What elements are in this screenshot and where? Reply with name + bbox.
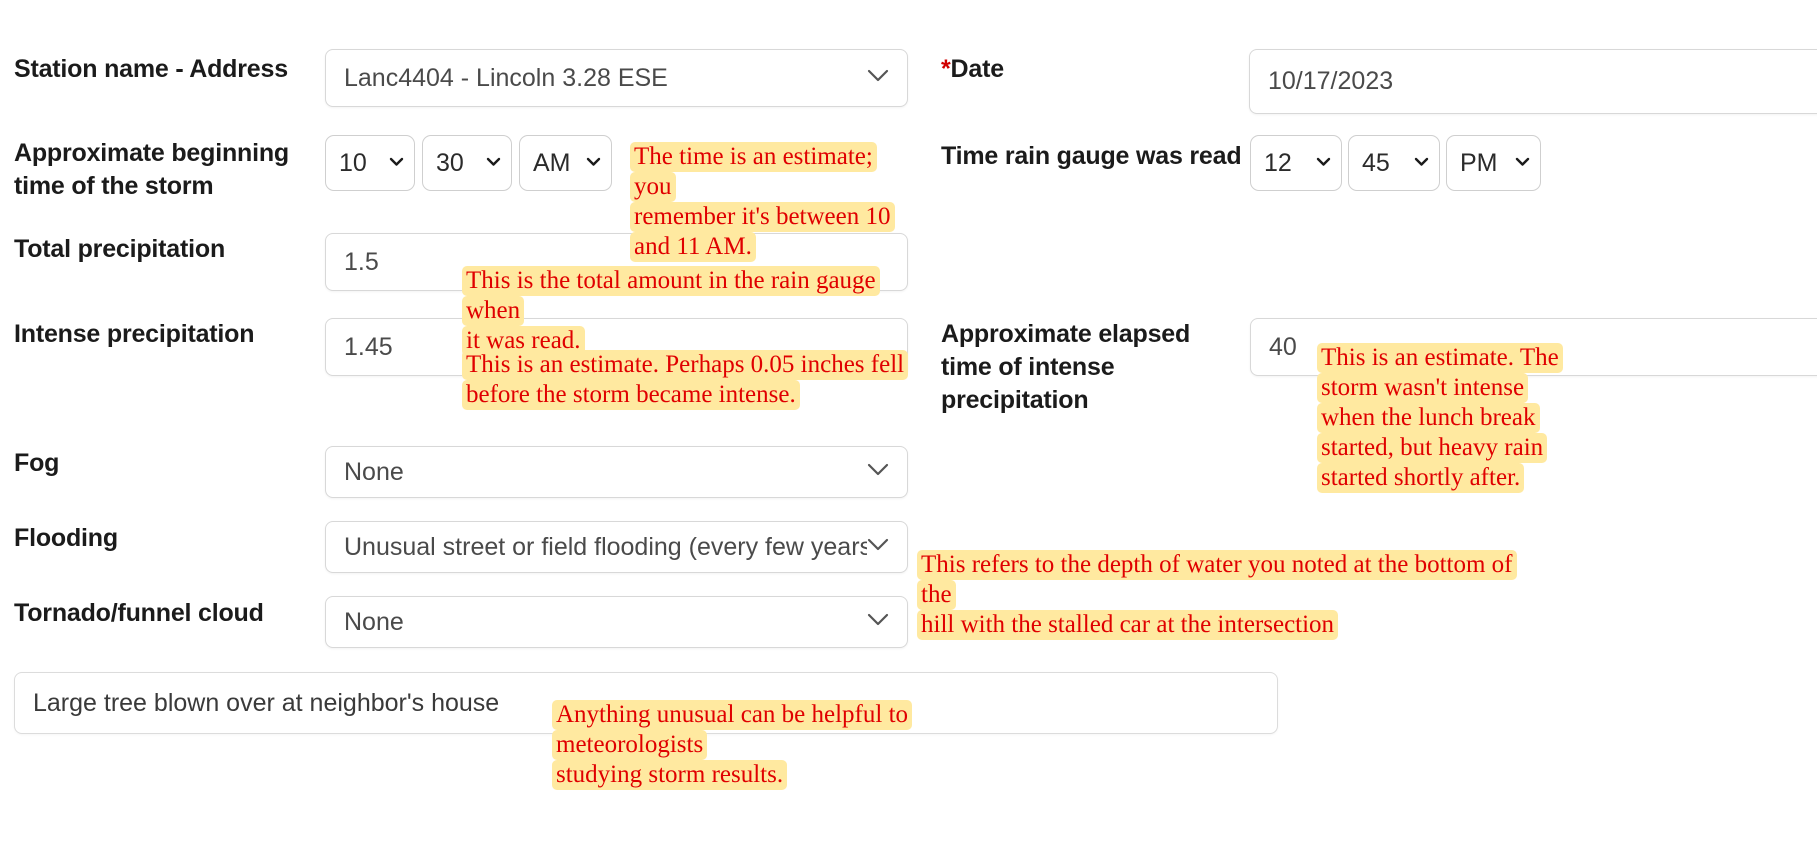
storm-begin-time-label-line2: time of the storm [14, 172, 214, 200]
elapsed-time-label: Approximate elapsed time of intense prec… [941, 318, 1190, 417]
annotation-intense-precip-text: This is an estimate. Perhaps 0.05 inches… [462, 350, 909, 410]
elapsed-time-label-line1: Approximate elapsed [941, 320, 1191, 348]
intense-precipitation-value: 1.45 [344, 332, 393, 361]
chevron-down-icon [867, 69, 889, 88]
gauge-read-minute-select[interactable]: 45 [1348, 135, 1440, 191]
station-name-value: Lanc4404 - Lincoln 3.28 ESE [344, 63, 668, 92]
storm-begin-hour-value: 10 [339, 148, 367, 177]
flooding-select[interactable]: Unusual street or field flooding (every … [325, 521, 908, 573]
storm-begin-meridiem-select[interactable]: AM [519, 135, 612, 191]
chevron-down-icon [486, 154, 501, 172]
annotation-notes-text: Anything unusual can be helpful to meteo… [552, 700, 913, 790]
storm-begin-time-label-line1: Approximate beginning [14, 139, 289, 167]
annotation-elapsed-time: This is an estimate. The storm wasn't in… [1317, 313, 1563, 493]
gauge-read-minute-value: 45 [1362, 148, 1390, 177]
tornado-value: None [344, 607, 404, 636]
date-input[interactable]: 10/17/2023 [1249, 49, 1817, 114]
storm-report-form: Station name - Address Lanc4404 - Lincol… [0, 0, 1817, 867]
chevron-down-icon [1414, 154, 1429, 172]
date-label: *Date [941, 53, 1004, 86]
date-value: 10/17/2023 [1268, 67, 1394, 95]
gauge-read-meridiem-select[interactable]: PM [1446, 135, 1541, 191]
gauge-read-time-label: Time rain gauge was read [941, 142, 1242, 170]
annotation-flooding: This refers to the depth of water you no… [917, 520, 1527, 640]
annotation-elapsed-time-text: This is an estimate. The storm wasn't in… [1317, 343, 1563, 493]
notes-value: Large tree blown over at neighbor's hous… [33, 688, 500, 717]
annotation-intense-precip: This is an estimate. Perhaps 0.05 inches… [462, 320, 912, 410]
tornado-select[interactable]: None [325, 596, 908, 648]
station-name-select[interactable]: Lanc4404 - Lincoln 3.28 ESE [325, 49, 908, 107]
chevron-down-icon [1316, 154, 1331, 172]
storm-begin-time-label: Approximate beginning time of the storm [14, 137, 289, 203]
required-marker: * [941, 55, 951, 83]
flooding-label: Flooding [14, 524, 118, 552]
station-name-label: Station name - Address [14, 55, 288, 83]
storm-begin-minute-value: 30 [436, 148, 464, 177]
chevron-down-icon [586, 154, 601, 172]
date-label-text: Date [950, 55, 1005, 83]
total-precipitation-label: Total precipitation [14, 235, 226, 263]
chevron-down-icon [867, 613, 889, 632]
gauge-read-hour-value: 12 [1264, 148, 1292, 177]
storm-begin-hour-select[interactable]: 10 [325, 135, 415, 191]
flooding-value: Unusual street or field flooding (every … [344, 532, 867, 561]
fog-label: Fog [14, 449, 60, 477]
chevron-down-icon [867, 538, 889, 557]
storm-begin-meridiem-value: AM [533, 148, 571, 177]
chevron-down-icon [1515, 154, 1530, 172]
elapsed-time-label-line3: precipitation [941, 386, 1089, 414]
gauge-read-hour-select[interactable]: 12 [1250, 135, 1342, 191]
chevron-down-icon [867, 463, 889, 482]
chevron-down-icon [389, 154, 404, 172]
fog-value: None [344, 457, 404, 486]
annotation-notes: Anything unusual can be helpful to meteo… [552, 670, 1032, 790]
storm-begin-minute-select[interactable]: 30 [422, 135, 512, 191]
elapsed-time-value: 40 [1269, 332, 1297, 361]
elapsed-time-label-line2: time of intense [941, 353, 1115, 381]
intense-precipitation-label: Intense precipitation [14, 320, 255, 348]
tornado-label: Tornado/funnel cloud [14, 599, 264, 627]
fog-select[interactable]: None [325, 446, 908, 498]
total-precipitation-value: 1.5 [344, 247, 379, 276]
annotation-flooding-text: This refers to the depth of water you no… [917, 550, 1517, 640]
gauge-read-meridiem-value: PM [1460, 148, 1498, 177]
